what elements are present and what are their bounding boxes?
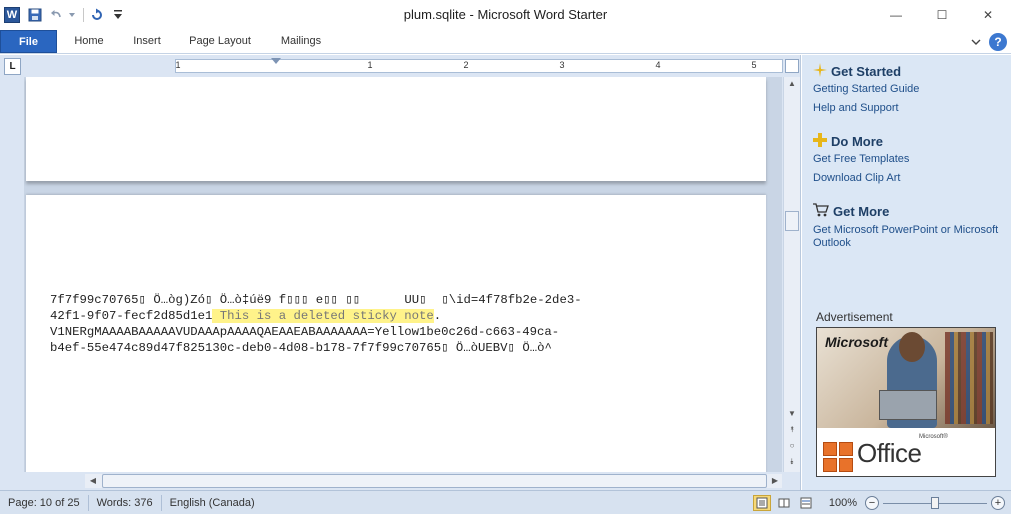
advertisement-label: Advertisement [816,310,893,324]
document-body-text[interactable]: 7f7f99c70765▯ Ö…òg)Zó▯ Ö…ò‡úë9 f▯▯▯ e▯▯ … [50,292,650,356]
tab-page-layout[interactable]: Page Layout [180,30,260,53]
ad-laptop [879,390,937,420]
customize-qat-icon[interactable] [109,6,127,24]
status-bar: Page: 10 of 25 Words: 376 English (Canad… [0,490,1011,514]
do-more-section: Do More Get Free Templates Download Clip… [813,132,909,188]
office-logo-icon [823,442,853,472]
vertical-scroll-thumb[interactable] [785,211,799,231]
doc-line: 7f7f99c70765▯ Ö…òg)Zó▯ Ö…ò‡úë9 f▯▯▯ e▯▯ … [50,293,582,307]
view-ruler-icon[interactable] [785,59,799,73]
plus-icon [813,132,827,150]
status-word-count[interactable]: Words: 376 [89,494,162,511]
zoom-slider[interactable] [883,496,987,510]
window-title: plum.sqlite - Microsoft Word Starter [403,7,608,22]
ad-person-head [899,332,925,362]
do-more-heading: Do More [813,132,909,150]
status-language[interactable]: English (Canada) [162,495,263,511]
status-right-controls: 100% − + [752,494,1005,512]
doc-line: V1NERgMAAAABAAAAAVUDAAApAAAAQAEAAEABAAAA… [50,325,560,339]
get-more-section: Get More Get Microsoft PowerPoint or Mic… [813,202,1003,250]
get-more-heading: Get More [813,202,1003,220]
previous-page-icon[interactable]: ⯭ [784,423,800,437]
ribbon-minimize-chevron-icon[interactable] [971,35,981,49]
qat-separator [83,8,84,22]
document-area: L 1 1 2 3 4 5 7f7f99c70765▯ Ö…òg)Zó▯ Ö…ò… [0,55,801,490]
help-and-support-link[interactable]: Help and Support [813,99,919,118]
tab-insert[interactable]: Insert [122,30,172,53]
ad-office-logo-area: Microsoft® Office [817,428,995,476]
select-browse-object-icon[interactable]: ○ [784,439,800,453]
ruler-number: 3 [559,60,565,70]
highlighted-text: This is a deleted sticky note [212,309,434,323]
save-icon[interactable] [26,6,44,24]
doc-line: 42f1-9f07-fecf2d85d1e1 [50,309,213,323]
tab-home[interactable]: Home [66,30,112,53]
ruler-number: 5 [751,60,757,70]
tab-mailings[interactable]: Mailings [270,30,332,53]
full-screen-reading-view-icon[interactable] [775,495,793,511]
ribbon-right-controls: ? [971,32,1007,52]
scroll-up-arrow-icon[interactable]: ▲ [784,77,800,91]
scroll-down-arrow-icon[interactable]: ▼ [784,407,800,421]
draft-view-icon[interactable] [797,495,815,511]
doc-line: . [433,309,442,323]
shopping-cart-icon [813,202,829,220]
scroll-right-arrow-icon[interactable]: ▶ [768,474,782,488]
zoom-level[interactable]: 100% [829,497,857,509]
scroll-left-arrow-icon[interactable]: ◀ [86,474,100,488]
close-button[interactable]: ✕ [965,0,1011,30]
ad-microsoft-small: Microsoft® [919,434,948,440]
undo-icon[interactable] [47,6,65,24]
help-icon[interactable]: ? [989,33,1007,51]
sparkle-icon [813,62,827,80]
getting-started-guide-link[interactable]: Getting Started Guide [813,80,919,99]
next-page-icon[interactable]: ⯯ [784,455,800,469]
redo-icon[interactable] [88,6,106,24]
horizontal-scrollbar[interactable]: ◀ ▶ [0,472,800,490]
ad-microsoft-brand: Microsoft [825,334,888,350]
ruler-number: 1 [367,60,373,70]
get-free-templates-link[interactable]: Get Free Templates [813,150,909,169]
zoom-in-button[interactable]: + [991,496,1005,510]
horizontal-ruler[interactable]: 1 1 2 3 4 5 [175,58,783,73]
vertical-scrollbar[interactable]: ▲ ▼ ⯭ ○ ⯯ [783,77,800,472]
task-pane: Get Started Getting Started Guide Help a… [802,55,1011,490]
maximize-button[interactable]: ☐ [919,0,965,30]
doc-line: b4ef-55e474c89d47f825130c-deb0-4d08-b178… [50,341,552,355]
ruler-number: 2 [463,60,469,70]
get-more-heading-text: Get More [833,203,890,219]
get-started-heading-text: Get Started [831,63,902,79]
zoom-slider-knob[interactable] [931,497,939,509]
indent-marker-icon[interactable] [271,58,281,64]
horizontal-scroll-thumb[interactable] [102,474,767,488]
ribbon-tab-bar: File Home Insert Page Layout Mailings ? [0,30,1011,54]
get-powerpoint-outlook-link[interactable]: Get Microsoft PowerPoint or Microsoft Ou… [813,224,1003,250]
window-controls: — ☐ ✕ [873,0,1011,30]
ruler-number: 1 [175,60,181,70]
do-more-heading-text: Do More [831,133,883,149]
undo-dropdown-icon[interactable] [68,6,76,24]
minimize-button[interactable]: — [873,0,919,30]
quick-access-toolbar: W [0,0,130,30]
page-canvas: 7f7f99c70765▯ Ö…òg)Zó▯ Ö…ò‡úë9 f▯▯▯ e▯▯ … [24,77,782,472]
tab-file[interactable]: File [0,30,57,53]
page-current[interactable]: 7f7f99c70765▯ Ö…òg)Zó▯ Ö…ò‡úë9 f▯▯▯ e▯▯ … [26,195,766,472]
ruler-number: 4 [655,60,661,70]
status-page-count[interactable]: Page: 10 of 25 [0,494,89,511]
print-layout-view-icon[interactable] [752,495,771,511]
page-previous[interactable] [26,77,766,181]
advertisement-banner[interactable]: Microsoft Microsoft® Office [816,327,996,477]
vertical-ruler [0,77,24,472]
tab-selector-button[interactable]: L [4,58,21,75]
download-clip-art-link[interactable]: Download Clip Art [813,169,909,188]
zoom-out-button[interactable]: − [865,496,879,510]
word-app-icon[interactable]: W [4,7,20,23]
get-started-heading: Get Started [813,62,919,80]
get-started-section: Get Started Getting Started Guide Help a… [813,62,919,118]
ad-office-text: Office [857,438,922,468]
ad-photo: Microsoft [817,328,995,428]
title-bar: W plum.sqlite - Microsoft Word Starter —… [0,0,1011,30]
ad-bookshelf [945,332,993,424]
